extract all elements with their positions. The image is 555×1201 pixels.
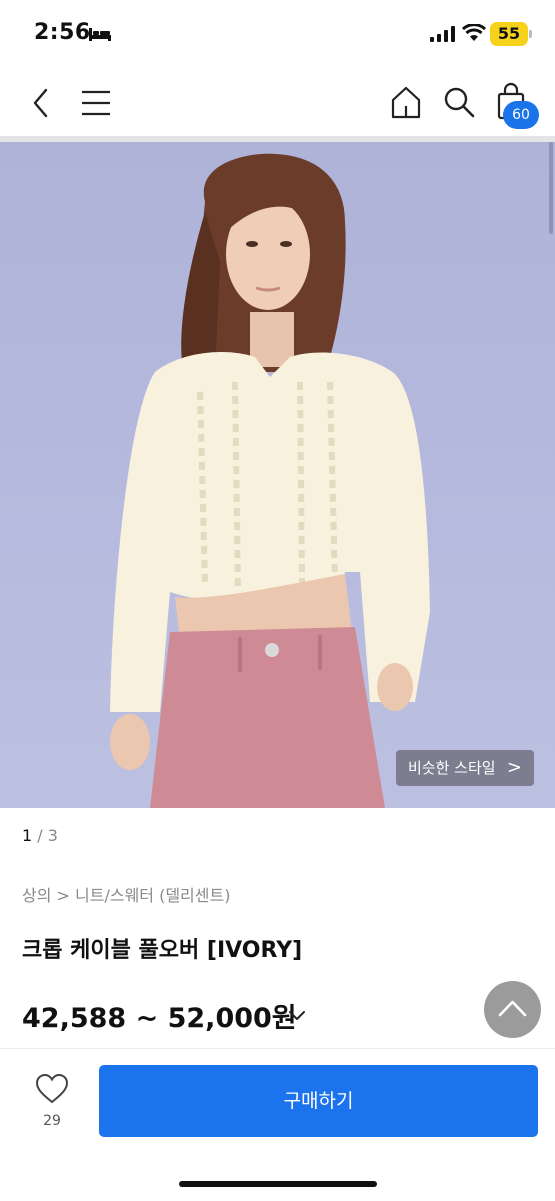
category-breadcrumb[interactable]: 상의 > 니트/스웨터 (델리센트) bbox=[22, 882, 230, 906]
price-range: 42,588 ~ 52,000원 bbox=[22, 1003, 297, 1034]
home-icon[interactable] bbox=[390, 84, 422, 120]
back-icon[interactable] bbox=[28, 84, 56, 122]
product-title: 크롭 케이블 풀오버 [IVORY] bbox=[22, 938, 303, 963]
chevron-right-icon: > bbox=[506, 757, 522, 778]
cart-count-badge: 60 bbox=[503, 101, 539, 129]
signal-icon bbox=[430, 26, 455, 42]
bed-icon bbox=[89, 28, 111, 41]
product-image[interactable]: 비슷한 스타일 > bbox=[0, 142, 555, 808]
battery-indicator: 55 bbox=[490, 22, 528, 46]
like-button[interactable]: 29 bbox=[34, 1073, 70, 1143]
search-icon[interactable] bbox=[442, 84, 476, 120]
product-photo bbox=[110, 153, 430, 808]
pager-total: 3 bbox=[47, 826, 58, 845]
image-pager: 1 / 3 bbox=[22, 826, 58, 845]
buy-button[interactable]: 구매하기 bbox=[99, 1065, 538, 1137]
pager-separator: / bbox=[37, 826, 43, 845]
home-indicator bbox=[179, 1181, 377, 1187]
image-scrollbar bbox=[549, 142, 553, 234]
status-time: 2:56 bbox=[34, 20, 91, 45]
wifi-icon bbox=[462, 24, 486, 41]
top-navigation: 60 bbox=[0, 70, 555, 136]
chevron-up-icon bbox=[498, 1000, 527, 1017]
similar-style-label: 비슷한 스타일 bbox=[408, 759, 496, 777]
scroll-to-top-button[interactable] bbox=[484, 981, 541, 1038]
bottom-action-bar: 29 구매하기 bbox=[0, 1048, 555, 1201]
like-count: 29 bbox=[43, 1113, 61, 1129]
battery-tip bbox=[529, 30, 532, 38]
chevron-down-icon[interactable] bbox=[288, 1010, 306, 1022]
heart-icon bbox=[35, 1073, 69, 1104]
menu-icon[interactable] bbox=[80, 88, 112, 118]
pager-current: 1 bbox=[22, 826, 33, 845]
similar-style-button[interactable]: 비슷한 스타일 > bbox=[396, 750, 534, 786]
status-bar: 2:56 55 bbox=[0, 0, 555, 70]
